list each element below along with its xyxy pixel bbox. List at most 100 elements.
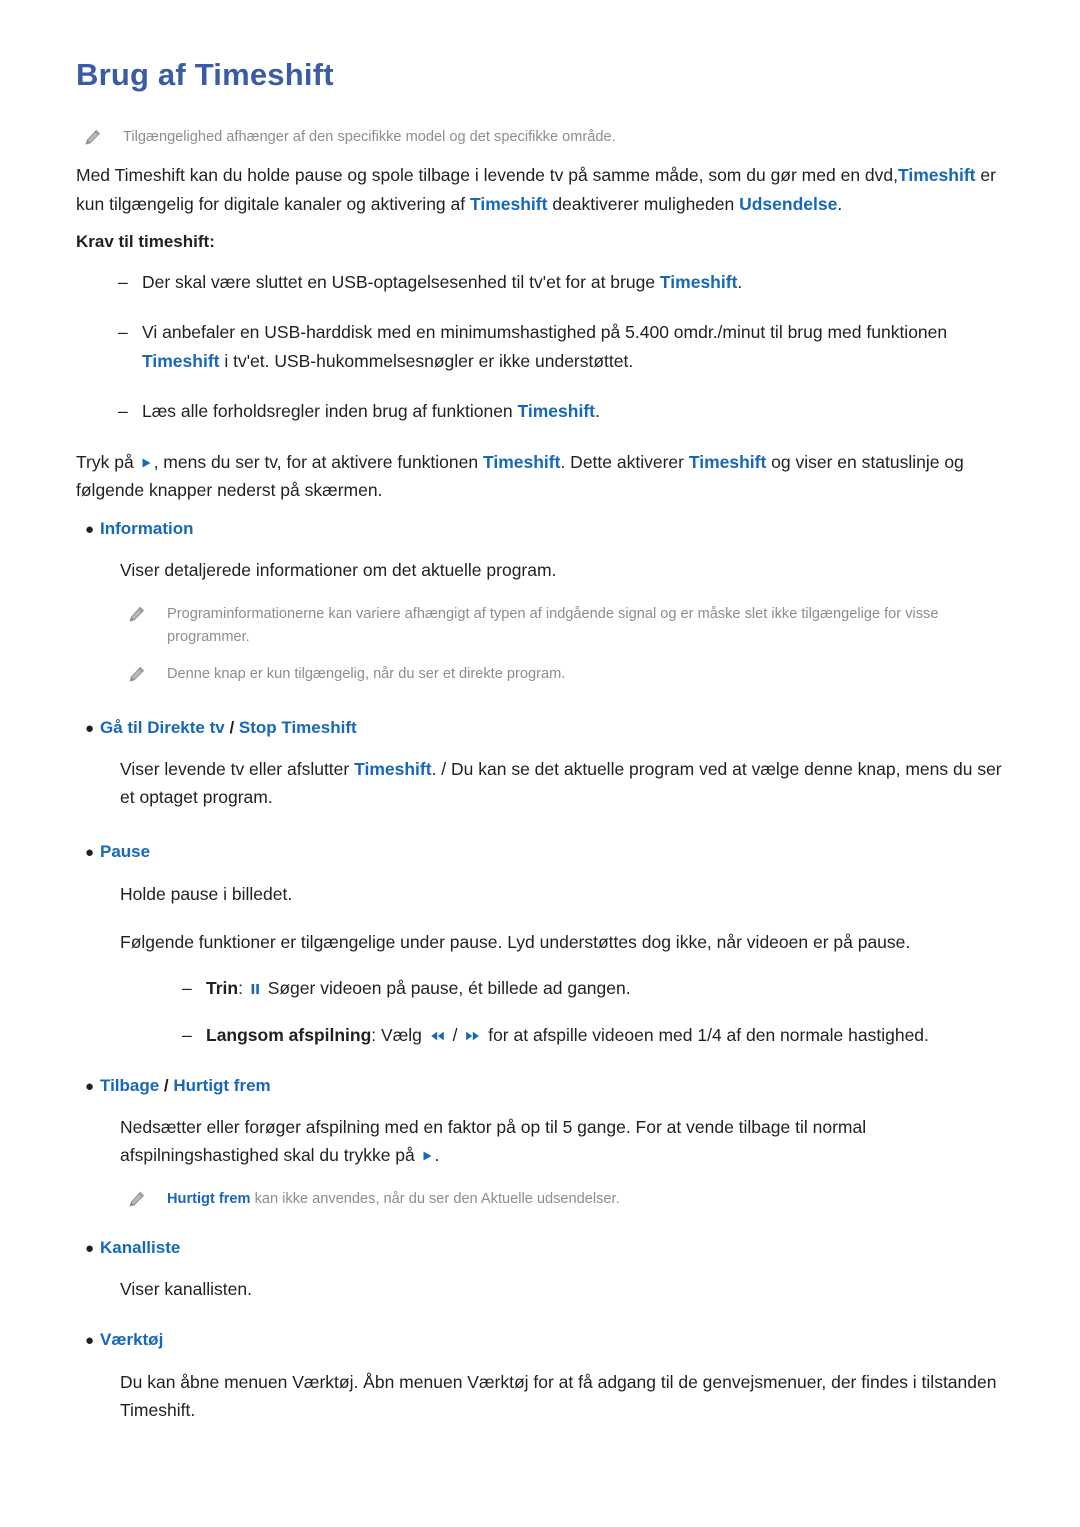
- label-separator: /: [159, 1075, 174, 1095]
- channel-list-body-text: Viser kanallisten.: [120, 1279, 252, 1300]
- pencil-icon: [128, 666, 145, 683]
- req-text-2: i tv'et. USB-hukommelsesnøgler er ikke u…: [219, 350, 634, 371]
- note-text: Programinformationerne kan variere afhæn…: [167, 605, 939, 645]
- list-item-text: Langsom afspilning: Vælg / for at afspil…: [206, 1021, 929, 1049]
- fast-forward-icon: [465, 1030, 480, 1042]
- pencil-icon: [128, 1191, 145, 1208]
- section-body: Viser kanallisten.: [120, 1275, 1020, 1303]
- colon: :: [371, 1024, 382, 1045]
- label-part-1: Tilbage: [100, 1075, 160, 1095]
- section-label-tools: Værktøj: [100, 1330, 164, 1350]
- page-title: Brug af Timeshift: [76, 57, 334, 92]
- langsom-text: for at afspille videoen med 1/4 af den n…: [483, 1024, 929, 1045]
- information-note-2: Denne knap er kun tilgængelig, når du se…: [120, 663, 1020, 686]
- activate-text-3: . Dette aktiverer: [560, 451, 689, 472]
- requirements-list: – Der skal være sluttet en USB-optagelse…: [112, 268, 1020, 425]
- bullet-heading: ● Tilbage / Hurtigt frem: [76, 1075, 1020, 1097]
- list-item-text: Læs alle forholdsregler inden brug af fu…: [142, 397, 600, 425]
- activate-text-2: , mens du ser tv, for at aktivere funkti…: [153, 451, 483, 472]
- section-body: Viser detaljerede informationer om det a…: [120, 556, 1020, 686]
- list-item: – Vi anbefaler en USB-harddisk med en mi…: [112, 318, 1020, 375]
- bullet-marker: ●: [85, 521, 95, 539]
- list-item: – Der skal være sluttet en USB-optagelse…: [112, 268, 1020, 296]
- body-text-1: Nedsætter eller forøger afspilning med e…: [120, 1117, 867, 1166]
- keyword-timeshift: Timeshift: [517, 401, 595, 422]
- dash-marker: –: [182, 978, 192, 999]
- section-label-rewind-forward: Tilbage / Hurtigt frem: [100, 1075, 271, 1097]
- dash-marker: –: [182, 1024, 192, 1045]
- list-item-text: Trin: Søger videoen på pause, ét billede…: [206, 974, 631, 1002]
- pencil-icon: [84, 129, 101, 146]
- bullet-marker: ●: [85, 844, 95, 862]
- req-text-2: .: [594, 401, 600, 422]
- activation-paragraph: Tryk på , mens du ser tv, for at aktiver…: [76, 448, 1020, 505]
- label-part-1: Gå til Direkte tv: [100, 717, 225, 737]
- section-body: Holde pause i billedet. Følgende funktio…: [120, 880, 1020, 1049]
- section-live-tv: ● Gå til Direkte tv / Stop Timeshift Vis…: [76, 717, 1020, 812]
- list-item: – Trin: Søger videoen på pause, ét bille…: [176, 974, 1020, 1002]
- play-icon: [422, 1150, 433, 1162]
- keyword-timeshift: Timeshift: [688, 451, 767, 472]
- live-tv-body-text: Viser levende tv eller afslutter Timeshi…: [120, 755, 1020, 812]
- bullet-marker: ●: [85, 1332, 95, 1350]
- dash-marker: –: [118, 272, 128, 293]
- list-item: – Langsom afspilning: Vælg / for at afsp…: [176, 1021, 1020, 1049]
- body-text-2: .: [434, 1145, 440, 1166]
- bullet-heading: ● Information: [76, 518, 1020, 540]
- bullet-heading: ● Værktøj: [76, 1329, 1020, 1351]
- list-item-text: Vi anbefaler en USB-harddisk med en mini…: [142, 318, 1020, 375]
- section-pause: ● Pause Holde pause i billedet. Følgende…: [76, 841, 1020, 1048]
- note-text: Denne knap er kun tilgængelig, når du se…: [167, 666, 566, 683]
- trin-text: Søger videoen på pause, ét billede ad ga…: [262, 978, 631, 999]
- section-tools: ● Værktøj Du kan åbne menuen Værktøj. Åb…: [76, 1329, 1020, 1424]
- bullet-heading: ● Gå til Direkte tv / Stop Timeshift: [76, 717, 1020, 739]
- section-body: Viser levende tv eller afslutter Timeshi…: [120, 755, 1020, 812]
- body-text-1: Viser levende tv eller afslutter: [120, 758, 355, 779]
- section-label-pause: Pause: [100, 842, 151, 862]
- intro-text-3: deaktiverer muligheden: [547, 193, 740, 214]
- keyword-timeshift: Timeshift: [659, 272, 738, 293]
- intro-text-4: .: [837, 193, 843, 214]
- label-part-2: Hurtigt frem: [173, 1075, 271, 1095]
- pre-text: Vælg: [381, 1024, 427, 1045]
- keyword-timeshift: Timeshift: [482, 451, 561, 472]
- section-body: Nedsætter eller forøger afspilning med e…: [120, 1113, 1020, 1211]
- information-note-1: Programinformationerne kan variere afhæn…: [120, 603, 1020, 650]
- section-rewind-forward: ● Tilbage / Hurtigt frem Nedsætter eller…: [76, 1075, 1020, 1211]
- pause-sub-list: – Trin: Søger videoen på pause, ét bille…: [176, 974, 1020, 1049]
- play-icon: [141, 457, 152, 469]
- slash: /: [447, 1024, 463, 1045]
- activate-text-1: Tryk på: [76, 451, 139, 472]
- rewind-forward-body-text: Nedsætter eller forøger afspilning med e…: [120, 1113, 1020, 1170]
- list-item-text: Der skal være sluttet en USB-optagelsese…: [142, 268, 742, 296]
- note-remainder: kan ikke anvendes, når du ser den Aktuel…: [250, 1190, 620, 1207]
- list-item: – Læs alle forholdsregler inden brug af …: [112, 397, 1020, 425]
- rewind-icon: [430, 1030, 445, 1042]
- req-text-1: Der skal være sluttet en USB-optagelsese…: [142, 272, 660, 293]
- availability-note: Tilgængelighed afhænger af den specifikk…: [76, 126, 1020, 149]
- availability-note-text: Tilgængelighed afhænger af den specifikk…: [123, 129, 616, 146]
- bullet-heading: ● Kanalliste: [76, 1237, 1020, 1259]
- section-label-channel-list: Kanalliste: [100, 1238, 181, 1258]
- requirements-heading: Krav til timeshift:: [76, 232, 215, 252]
- section-label-information: Information: [100, 519, 194, 539]
- bullet-marker: ●: [85, 719, 95, 737]
- req-text-2: .: [737, 272, 743, 293]
- keyword-hurtigt-frem: Hurtigt frem: [167, 1190, 251, 1207]
- keyword-timeshift: Timeshift: [898, 165, 976, 186]
- bullet-marker: ●: [85, 1240, 95, 1258]
- label-separator: /: [224, 717, 239, 737]
- dash-marker: –: [118, 322, 128, 343]
- information-body-text: Viser detaljerede informationer om det a…: [120, 560, 557, 581]
- note-text: Hurtigt frem kan ikke anvendes, når du s…: [167, 1188, 620, 1211]
- pencil-icon: [128, 606, 145, 623]
- intro-text-1: Med Timeshift kan du holde pause og spol…: [76, 165, 898, 186]
- pause-body-text-2: Følgende funktioner er tilgængelige unde…: [120, 931, 911, 952]
- colon: :: [238, 978, 248, 999]
- section-body: Du kan åbne menuen Værktøj. Åbn menuen V…: [120, 1368, 1020, 1425]
- intro-paragraph: Med Timeshift kan du holde pause og spol…: [76, 161, 1020, 218]
- pause-icon: [251, 983, 260, 995]
- req-text-1: Læs alle forholdsregler inden brug af fu…: [142, 401, 518, 422]
- section-channel-list: ● Kanalliste Viser kanallisten.: [76, 1237, 1020, 1303]
- section-information: ● Information Viser detaljerede informat…: [76, 518, 1020, 686]
